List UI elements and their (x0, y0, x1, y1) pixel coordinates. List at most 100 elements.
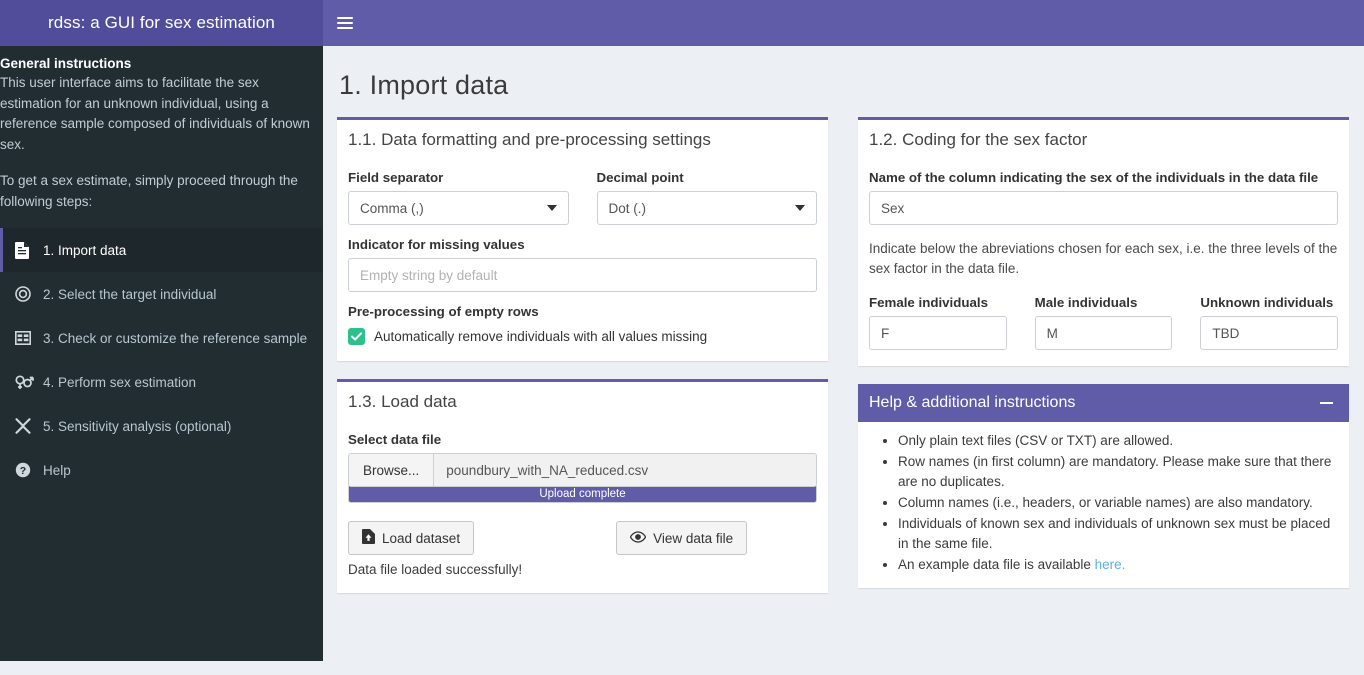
sex-column-input[interactable]: Sex (869, 191, 1338, 225)
eye-icon (630, 531, 646, 546)
help-box-title: Help & additional instructions (869, 394, 1075, 412)
decimal-point-select[interactable]: Dot (.) (597, 191, 818, 225)
sex-coding-note: Indicate below the abreviations chosen f… (869, 239, 1338, 279)
field-separator-group: Field separator Comma (,) (348, 158, 569, 225)
unknown-label: Unknown individuals (1200, 295, 1338, 310)
missing-values-input[interactable]: Empty string by default (348, 258, 817, 292)
unknown-input[interactable]: TBD (1200, 316, 1338, 350)
box-title-sex-coding: 1.2. Coding for the sex factor (858, 120, 1349, 154)
example-data-file-link[interactable]: here. (1095, 557, 1126, 572)
navbar (323, 0, 1364, 46)
page-title: 1. Import data (339, 70, 1350, 101)
sidebar-item-perform-estimation[interactable]: 4. Perform sex estimation (0, 360, 323, 404)
male-label: Male individuals (1035, 295, 1173, 310)
svg-text:?: ? (20, 465, 26, 477)
view-data-file-label: View data file (653, 531, 733, 546)
sidebar-item-label: 3. Check or customize the reference samp… (41, 331, 307, 346)
application-root: rdss: a GUI for sex estimation General i… (0, 0, 1364, 675)
box-help-instructions: Help & additional instructions Only plai… (858, 384, 1349, 588)
sidebar: General instructions This user interface… (0, 46, 323, 661)
help-bullet-text: Column names (i.e., headers, or variable… (898, 495, 1313, 510)
box-sex-coding: 1.2. Coding for the sex factor Name of t… (858, 117, 1349, 366)
help-bullet-text: Row names (in first column) are mandator… (898, 454, 1331, 489)
list-item: Column names (i.e., headers, or variable… (898, 493, 1335, 513)
help-bullet-text: Individuals of known sex and individuals… (898, 516, 1330, 551)
selected-file-name: poundbury_with_NA_reduced.csv (434, 454, 816, 486)
sidebar-intro-paragraph-1: This user interface aims to facilitate t… (0, 73, 315, 155)
sidebar-item-label: 4. Perform sex estimation (41, 375, 196, 390)
box-title-data-formatting: 1.1. Data formatting and pre-processing … (337, 120, 828, 154)
right-column: 1.2. Coding for the sex factor Name of t… (858, 117, 1349, 611)
question-circle-icon: ? (15, 462, 41, 478)
sidebar-intro: General instructions This user interface… (0, 46, 323, 218)
app-brand-title: rdss: a GUI for sex estimation (0, 0, 323, 46)
sidebar-item-help[interactable]: ? Help (0, 448, 323, 492)
sex-column-label: Name of the column indicating the sex of… (869, 170, 1338, 185)
sidebar-item-label: 2. Select the target individual (41, 287, 216, 302)
sidebar-item-import-data[interactable]: 1. Import data (0, 228, 323, 272)
preprocess-label: Pre-processing of empty rows (348, 304, 817, 319)
sidebar-toggle-icon[interactable] (323, 0, 367, 46)
female-group: Female individuals F (869, 283, 1007, 350)
missing-values-label: Indicator for missing values (348, 237, 817, 252)
chevron-down-icon (795, 205, 805, 211)
sidebar-intro-title: General instructions (0, 54, 315, 73)
sidebar-item-label: 5. Sensitivity analysis (optional) (41, 419, 231, 434)
file-input[interactable]: Browse... poundbury_with_NA_reduced.csv (348, 453, 817, 487)
upload-progress-bar: Upload complete (348, 486, 817, 503)
help-box-header: Help & additional instructions (858, 384, 1349, 422)
sidebar-item-select-target[interactable]: 2. Select the target individual (0, 272, 323, 316)
decimal-point-label: Decimal point (597, 170, 818, 185)
select-data-file-label: Select data file (348, 432, 817, 447)
chevron-down-icon (547, 205, 557, 211)
sidebar-item-reference-sample[interactable]: 3. Check or customize the reference samp… (0, 316, 323, 360)
table-grid-icon (15, 331, 41, 345)
box-title-load-data: 1.3. Load data (337, 382, 828, 416)
top-bar: rdss: a GUI for sex estimation (0, 0, 1364, 46)
field-separator-value: Comma (,) (360, 201, 424, 216)
box-body-sex-coding: Name of the column indicating the sex of… (858, 154, 1349, 366)
view-data-file-button[interactable]: View data file (616, 521, 747, 555)
field-separator-select[interactable]: Comma (,) (348, 191, 569, 225)
remove-empty-rows-label: Automatically remove individuals with al… (374, 329, 707, 344)
box-body-load-data: Select data file Browse... poundbury_wit… (337, 416, 828, 593)
list-item: Individuals of known sex and individuals… (898, 514, 1335, 554)
checkbox-checked-icon[interactable] (348, 328, 365, 345)
box-body-data-formatting: Field separator Comma (,) Decimal point … (337, 154, 828, 361)
help-bullet-text: An example data file is available (898, 557, 1095, 572)
female-label: Female individuals (869, 295, 1007, 310)
box-data-formatting: 1.1. Data formatting and pre-processing … (337, 117, 828, 361)
file-document-icon (15, 242, 41, 259)
sidebar-item-sensitivity-analysis[interactable]: 5. Sensitivity analysis (optional) (0, 404, 323, 448)
sidebar-menu: 1. Import data 2. Select the target indi… (0, 228, 323, 492)
main-content: 1. Import data 1.1. Data formatting and … (323, 46, 1364, 675)
missing-values-placeholder: Empty string by default (360, 268, 497, 283)
male-group: Male individuals M (1035, 283, 1173, 350)
load-dataset-button[interactable]: Load dataset (348, 521, 474, 555)
remove-empty-rows-checkbox-row[interactable]: Automatically remove individuals with al… (348, 328, 817, 345)
male-value: M (1047, 326, 1058, 341)
target-crosshair-icon (15, 286, 41, 302)
venus-mars-icon (15, 374, 41, 390)
content-row: 1.1. Data formatting and pre-processing … (337, 117, 1350, 611)
decimal-point-value: Dot (.) (609, 201, 647, 216)
list-item: Row names (in first column) are mandator… (898, 452, 1335, 492)
decimal-point-group: Decimal point Dot (.) (597, 158, 818, 225)
field-separator-label: Field separator (348, 170, 569, 185)
minus-icon[interactable] (1317, 394, 1335, 412)
load-status-message: Data file loaded successfully! (348, 562, 817, 577)
unknown-group: Unknown individuals TBD (1200, 283, 1338, 350)
male-input[interactable]: M (1035, 316, 1173, 350)
help-box-body: Only plain text files (CSV or TXT) are a… (858, 422, 1349, 588)
female-input[interactable]: F (869, 316, 1007, 350)
file-upload-icon (362, 529, 375, 547)
list-item: An example data file is available here. (898, 555, 1335, 575)
sex-levels-row: Female individuals F Male individuals M (869, 283, 1338, 350)
browse-button[interactable]: Browse... (349, 454, 434, 486)
female-value: F (881, 326, 889, 341)
load-dataset-label: Load dataset (382, 531, 460, 546)
sidebar-item-label: Help (41, 463, 71, 478)
box-load-data: 1.3. Load data Select data file Browse..… (337, 379, 828, 593)
left-column: 1.1. Data formatting and pre-processing … (337, 117, 828, 611)
sex-column-value: Sex (881, 201, 904, 216)
